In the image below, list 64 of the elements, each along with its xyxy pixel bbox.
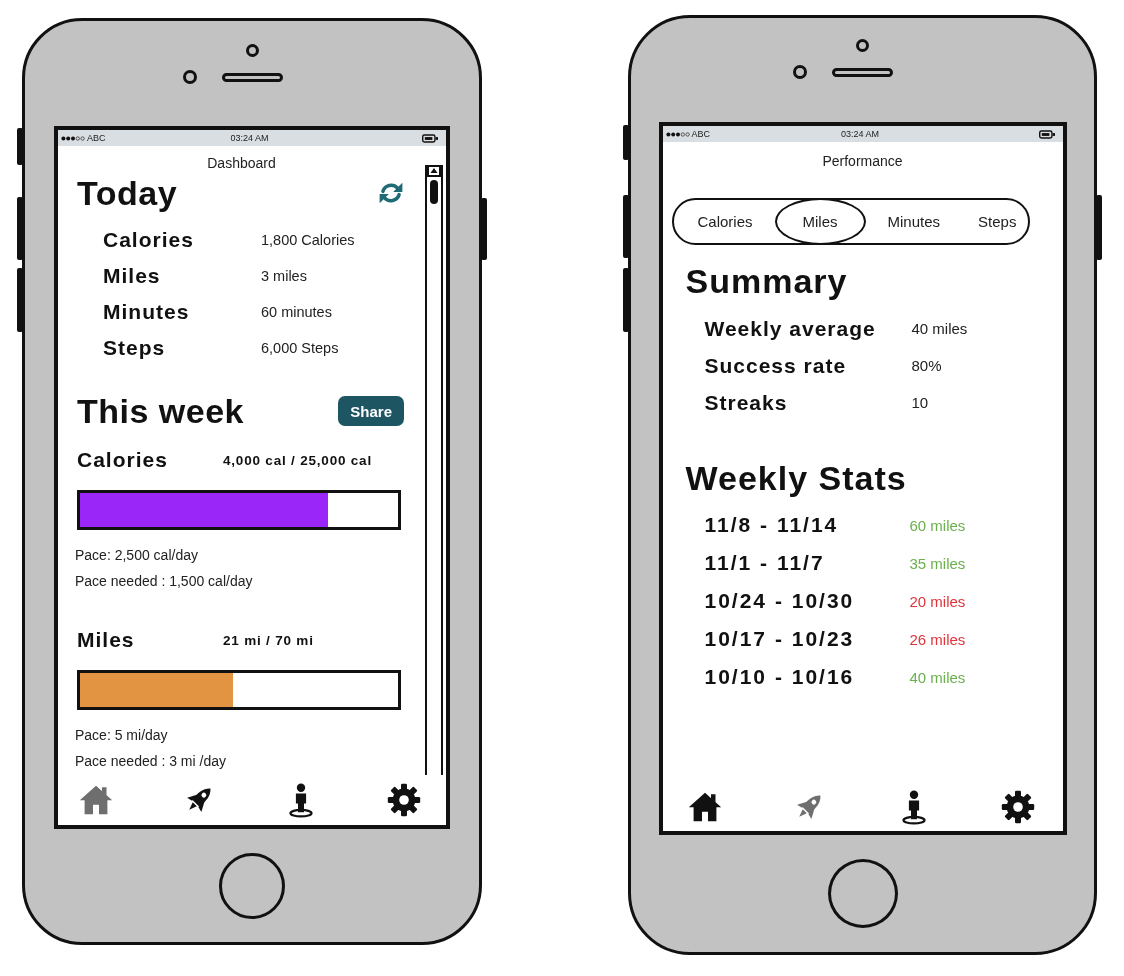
pace-text: Pace needed : 3 mi /day (75, 752, 227, 771)
metric-label: Steps (103, 336, 167, 360)
weekly-distance: 40 miles (909, 668, 966, 686)
metric-label: Weekly average (704, 316, 877, 341)
section-heading: Weekly Stats (684, 458, 908, 498)
pace-text: Pace needed : 1,500 cal/day (75, 572, 254, 591)
metric-label: Miles (77, 628, 136, 652)
home-button[interactable] (827, 859, 898, 928)
camera-lens (856, 39, 869, 52)
metric-label: Minutes (103, 300, 191, 324)
sensor-dot (793, 65, 807, 79)
share-button[interactable]: Share (338, 396, 404, 426)
sensor-dot (182, 70, 197, 84)
metric-value: 80% (911, 357, 942, 374)
scroll-thumb[interactable] (430, 180, 438, 204)
time-label: 03:24 AM (230, 132, 269, 144)
signal-icon (665, 131, 690, 137)
metric-value: 3 miles (261, 268, 307, 284)
carrier-label: ABC (87, 132, 106, 144)
camera-lens (245, 44, 259, 57)
battery-icon (1038, 129, 1055, 139)
screen-title: Performance (821, 152, 904, 171)
date-range: 11/1 - 11/7 (704, 551, 826, 575)
signal-icon (61, 135, 85, 141)
metric-label: Success rate (704, 353, 848, 378)
home-button[interactable] (219, 852, 285, 919)
tab[interactable]: Minutes (871, 198, 957, 245)
tab[interactable]: Steps (962, 198, 1033, 245)
weekly-distance: 26 miles (909, 630, 966, 648)
metric-value: 1,800 Calories (261, 232, 355, 248)
metric-value: 60 minutes (261, 304, 332, 320)
speaker-slot (832, 67, 893, 77)
metric-value: 40 miles (911, 320, 968, 337)
tab[interactable]: Calories (681, 198, 769, 245)
date-range: 10/17 - 10/23 (704, 627, 856, 651)
metric-total: 21 mi / 70 mi (223, 632, 314, 648)
settings-icon[interactable] (385, 782, 422, 818)
battery-icon (422, 133, 438, 143)
section-heading: Summary (684, 261, 849, 301)
metric-label: Calories (77, 448, 169, 472)
screen-title: Dashboard (206, 154, 277, 173)
pace-text: Pace: 2,500 cal/day (75, 546, 199, 565)
metric-total: 4,000 cal / 25,000 cal (223, 452, 372, 468)
pace-text: Pace: 5 mi/day (75, 726, 169, 745)
section-heading: This week (77, 391, 244, 431)
date-range: 10/10 - 10/16 (704, 665, 856, 689)
metric-value: 10 (911, 394, 929, 411)
date-range: 10/24 - 10/30 (704, 589, 856, 613)
section-heading: Today (77, 173, 178, 213)
scroll-bar[interactable] (425, 165, 443, 775)
metric-label: Miles (103, 264, 162, 288)
weekly-distance: 20 miles (909, 592, 966, 610)
weekly-distance: 60 miles (909, 516, 966, 534)
weekly-distance: 35 miles (909, 554, 966, 572)
scroll-up-icon[interactable] (427, 165, 441, 177)
date-range: 11/8 - 11/14 (704, 513, 840, 537)
metric-label: Calories (103, 228, 195, 252)
settings-icon[interactable] (1000, 789, 1037, 825)
carrier-label: ABC (691, 128, 710, 140)
speaker-slot (221, 72, 283, 82)
tab[interactable]: Miles (774, 198, 866, 245)
time-label: 03:24 AM (841, 128, 879, 140)
metric-label: Streaks (704, 390, 789, 415)
metric-value: 6,000 Steps (261, 340, 339, 356)
